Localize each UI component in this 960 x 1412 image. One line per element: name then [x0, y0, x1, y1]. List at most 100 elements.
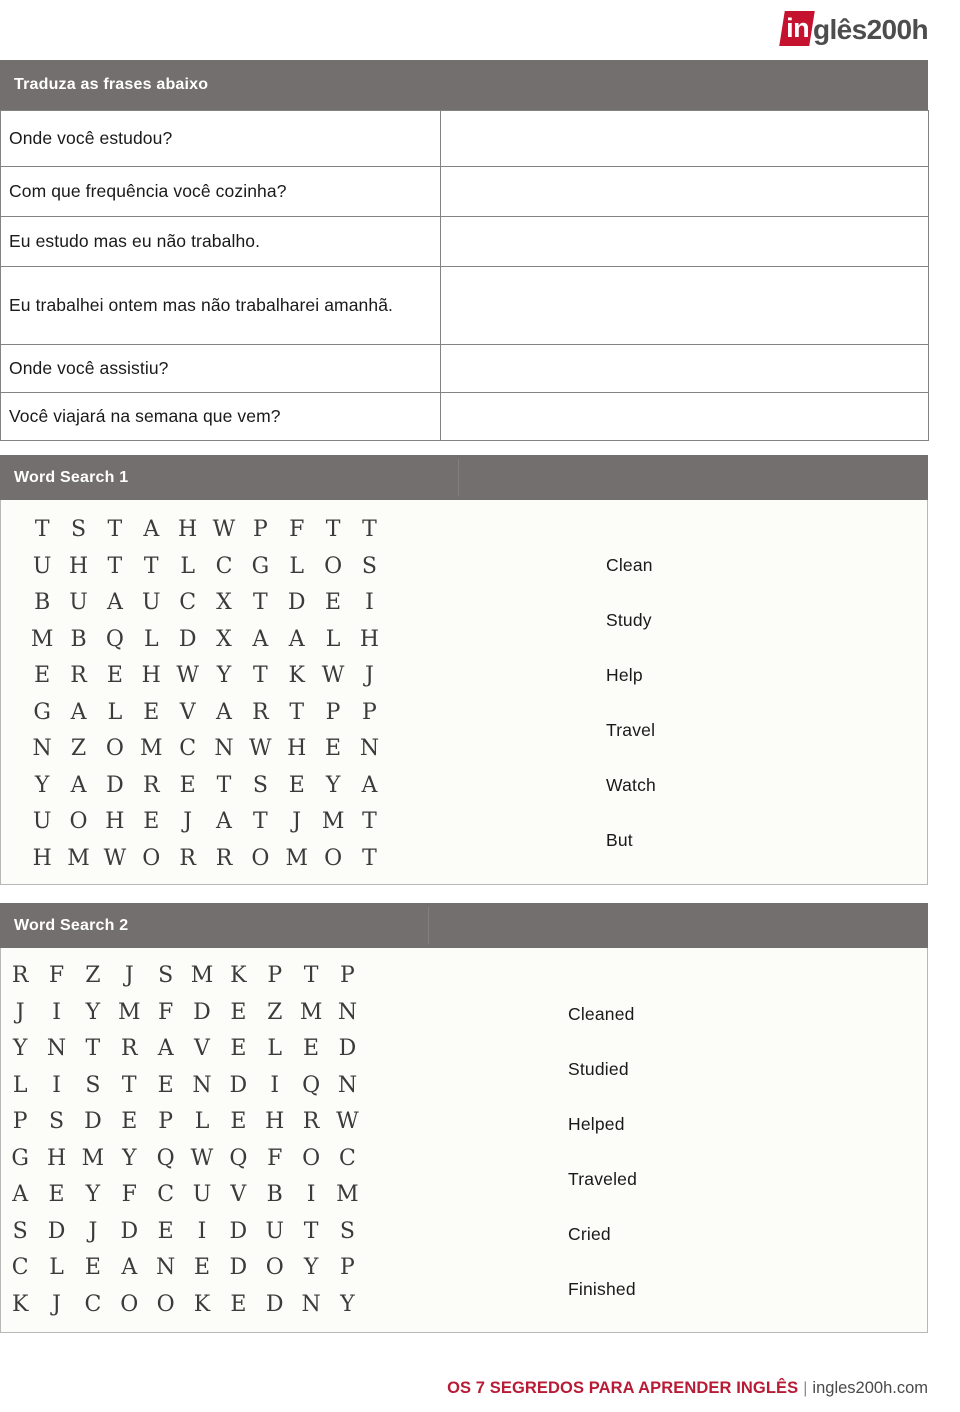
word-search-letter[interactable]: D — [75, 1104, 111, 1141]
word-search-letter[interactable]: K — [2, 1287, 38, 1324]
word-search-letter[interactable]: S — [2, 1214, 38, 1251]
word-search-letter[interactable]: E — [24, 658, 60, 695]
word-search-letter[interactable]: E — [279, 768, 315, 805]
word-search-letter[interactable]: G — [24, 695, 60, 732]
word-search-letter[interactable]: W — [184, 1141, 220, 1178]
word-search-letter[interactable]: I — [184, 1214, 220, 1251]
word-search-letter[interactable]: U — [133, 585, 169, 622]
word-search-letter[interactable]: J — [38, 1287, 74, 1324]
word-search-letter[interactable]: Y — [75, 1177, 111, 1214]
word-search-letter[interactable]: M — [329, 1177, 365, 1214]
word-search-letter[interactable]: R — [169, 841, 205, 878]
word-search-letter[interactable]: O — [293, 1141, 329, 1178]
word-search-letter[interactable]: D — [38, 1214, 74, 1251]
word-search-letter[interactable]: T — [24, 512, 60, 549]
word-search-letter[interactable]: U — [184, 1177, 220, 1214]
word-search-letter[interactable]: B — [60, 622, 96, 659]
word-search-letter[interactable]: M — [293, 995, 329, 1032]
word-search-letter[interactable]: M — [315, 804, 351, 841]
word-search-letter[interactable]: E — [111, 1104, 147, 1141]
word-search-letter[interactable]: C — [2, 1250, 38, 1287]
word-search-letter[interactable]: Z — [60, 731, 96, 768]
word-search-letter[interactable]: I — [257, 1068, 293, 1105]
word-search-letter[interactable] — [388, 658, 424, 695]
word-search-letter[interactable]: D — [184, 995, 220, 1032]
word-search-letter[interactable] — [388, 512, 424, 549]
word-search-letter[interactable]: V — [220, 1177, 256, 1214]
word-search-letter[interactable]: Z — [257, 995, 293, 1032]
word-search-letter[interactable]: I — [293, 1177, 329, 1214]
word-search-letter[interactable]: W — [169, 658, 205, 695]
word-search-letter[interactable]: L — [279, 549, 315, 586]
word-search-letter[interactable]: O — [60, 804, 96, 841]
word-search-letter[interactable]: M — [75, 1141, 111, 1178]
word-search-letter[interactable]: S — [75, 1068, 111, 1105]
word-search-letter[interactable]: S — [60, 512, 96, 549]
word-search-letter[interactable]: P — [315, 695, 351, 732]
word-search-letter[interactable]: R — [133, 768, 169, 805]
word-search-letter[interactable]: A — [351, 768, 387, 805]
word-search-letter[interactable]: H — [133, 658, 169, 695]
word-search-letter[interactable]: E — [220, 1104, 256, 1141]
word-search-letter[interactable]: D — [169, 622, 205, 659]
word-search-letter[interactable]: U — [24, 804, 60, 841]
word-search-letter[interactable]: A — [279, 622, 315, 659]
word-search-letter[interactable]: Q — [97, 622, 133, 659]
word-search-letter[interactable]: D — [329, 1031, 365, 1068]
word-search-letter[interactable]: T — [111, 1068, 147, 1105]
word-search-letter[interactable]: H — [169, 512, 205, 549]
word-search-letter[interactable] — [388, 768, 424, 805]
word-search-letter[interactable]: L — [169, 549, 205, 586]
word-search-letter[interactable]: R — [111, 1031, 147, 1068]
word-search-letter[interactable]: D — [111, 1214, 147, 1251]
word-search-letter[interactable]: C — [206, 549, 242, 586]
answer-cell[interactable] — [440, 344, 929, 393]
word-search-letter[interactable]: N — [329, 995, 365, 1032]
word-search-letter[interactable]: M — [279, 841, 315, 878]
word-search-letter[interactable]: A — [97, 585, 133, 622]
word-search-letter[interactable]: P — [329, 958, 365, 995]
word-search-letter[interactable]: E — [315, 731, 351, 768]
word-search-letter[interactable]: U — [24, 549, 60, 586]
word-search-letter[interactable]: E — [220, 1287, 256, 1324]
word-search-letter[interactable]: M — [184, 958, 220, 995]
word-search-letter[interactable]: T — [206, 768, 242, 805]
word-search-letter[interactable] — [388, 731, 424, 768]
word-search-letter[interactable]: M — [24, 622, 60, 659]
word-search-letter[interactable]: B — [257, 1177, 293, 1214]
word-search-letter[interactable]: L — [184, 1104, 220, 1141]
word-search-letter[interactable]: O — [257, 1250, 293, 1287]
word-search-letter[interactable]: A — [206, 695, 242, 732]
word-search-letter[interactable]: Q — [220, 1141, 256, 1178]
word-search-letter[interactable]: S — [329, 1214, 365, 1251]
word-search-letter[interactable]: L — [97, 695, 133, 732]
word-search-letter[interactable]: H — [24, 841, 60, 878]
word-search-letter[interactable]: L — [38, 1250, 74, 1287]
word-search-letter[interactable]: C — [329, 1141, 365, 1178]
word-search-letter[interactable]: N — [24, 731, 60, 768]
word-search-letter[interactable]: O — [133, 841, 169, 878]
word-search-letter[interactable]: U — [257, 1214, 293, 1251]
word-search-letter[interactable]: J — [279, 804, 315, 841]
word-search-letter[interactable]: E — [147, 1068, 183, 1105]
word-search-letter[interactable]: T — [293, 1214, 329, 1251]
word-search-letter[interactable]: M — [111, 995, 147, 1032]
word-search-letter[interactable]: F — [279, 512, 315, 549]
word-search-letter[interactable]: A — [111, 1250, 147, 1287]
word-search-letter[interactable]: Y — [2, 1031, 38, 1068]
word-search-letter[interactable]: D — [257, 1287, 293, 1324]
word-search-letter[interactable]: E — [293, 1031, 329, 1068]
word-search-letter[interactable]: E — [75, 1250, 111, 1287]
word-search-letter[interactable]: E — [133, 804, 169, 841]
word-search-letter[interactable]: W — [206, 512, 242, 549]
word-search-letter[interactable]: H — [257, 1104, 293, 1141]
word-search-letter[interactable]: L — [315, 622, 351, 659]
word-search-letter[interactable]: E — [147, 1214, 183, 1251]
word-search-2-grid[interactable]: RFZJSMKPTPJIYMFDEZMNYNTRAVELEDLISTENDIQN… — [2, 958, 402, 1323]
word-search-letter[interactable]: D — [220, 1214, 256, 1251]
word-search-letter[interactable] — [388, 622, 424, 659]
answer-cell[interactable] — [440, 216, 929, 267]
word-search-letter[interactable]: J — [75, 1214, 111, 1251]
word-search-letter[interactable]: K — [220, 958, 256, 995]
word-search-letter[interactable]: D — [220, 1068, 256, 1105]
